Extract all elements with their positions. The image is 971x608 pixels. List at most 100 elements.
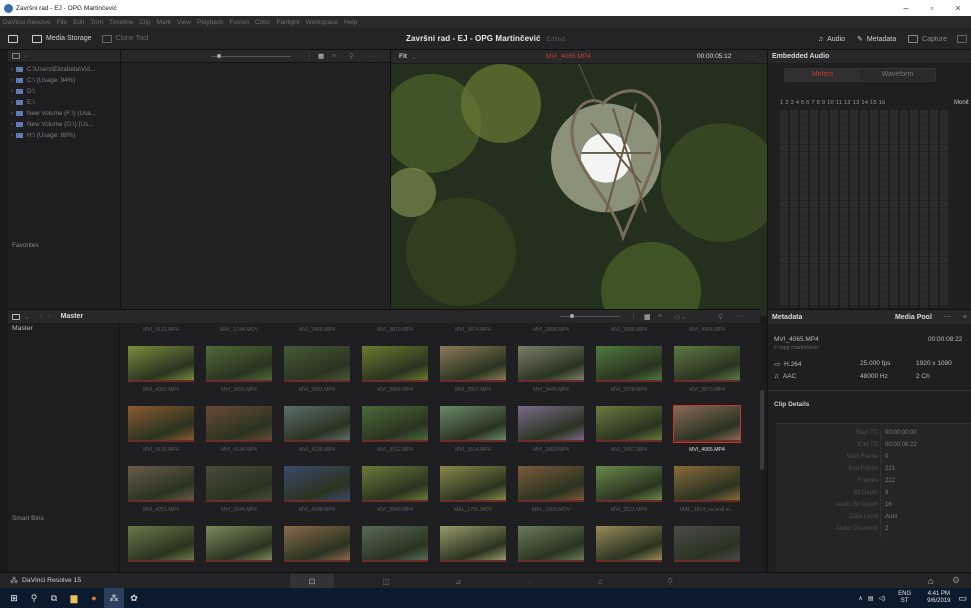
menu-item-edit[interactable]: Edit bbox=[73, 19, 84, 26]
clip-thumbnail[interactable] bbox=[362, 406, 428, 442]
clip-thumbnail[interactable] bbox=[206, 346, 272, 382]
expand-icon[interactable]: › bbox=[8, 67, 16, 73]
viewer-clip-name[interactable]: MVI_4065.MP4 bbox=[546, 53, 591, 60]
expand-icon[interactable]: › bbox=[8, 122, 16, 128]
clip-thumbnail[interactable] bbox=[673, 405, 741, 443]
app-icon[interactable]: ✿ bbox=[124, 588, 144, 608]
menu-icon[interactable]: ≡ bbox=[332, 53, 336, 60]
clip-thumbnail[interactable] bbox=[518, 406, 584, 442]
close-button[interactable]: × bbox=[945, 0, 971, 16]
clip-thumbnail[interactable] bbox=[674, 466, 740, 502]
clip-thumbnail[interactable] bbox=[440, 346, 506, 382]
expand-icon[interactable]: › bbox=[8, 100, 16, 106]
expand-icon[interactable]: › bbox=[8, 133, 16, 139]
grid-view-icon[interactable]: ▦ bbox=[644, 313, 651, 321]
clip-thumbnail[interactable] bbox=[518, 346, 584, 382]
page-fairlight[interactable]: ♫ bbox=[578, 574, 622, 588]
bin-item-master[interactable]: Master bbox=[8, 323, 119, 334]
storage-item[interactable]: › C:\Users\Elizabeta\Vid... bbox=[8, 64, 120, 75]
menu-item-trim[interactable]: Trim bbox=[90, 19, 103, 26]
clip-thumbnail[interactable] bbox=[674, 526, 740, 562]
notifications-icon[interactable]: ▭ bbox=[958, 593, 967, 604]
start-button[interactable]: ⊞ bbox=[4, 588, 24, 608]
storage-item[interactable]: › D:\ bbox=[8, 86, 120, 97]
zoom-slider-knob[interactable] bbox=[217, 54, 221, 58]
clip-thumbnail[interactable] bbox=[284, 466, 350, 502]
page-deliver[interactable]: ⚲ bbox=[648, 574, 692, 588]
tab-meters[interactable]: Meters bbox=[785, 69, 860, 81]
menu-item-clip[interactable]: Clip bbox=[139, 19, 150, 26]
search-icon[interactable]: ⚲ bbox=[24, 588, 44, 608]
storage-item[interactable]: › H:\ (Usage: 88%) bbox=[8, 130, 120, 141]
detail-value[interactable]: 16 bbox=[880, 502, 892, 513]
bin-scrollbar[interactable] bbox=[760, 390, 764, 470]
menu-item-color[interactable]: Color bbox=[255, 19, 271, 26]
panel-menu-icon[interactable]: ≡ bbox=[963, 314, 967, 321]
page-media[interactable]: ⊡ bbox=[290, 574, 334, 588]
menu-item-help[interactable]: Help bbox=[344, 19, 357, 26]
menu-item-file[interactable]: File bbox=[57, 19, 67, 26]
clip-thumbnail[interactable] bbox=[440, 526, 506, 562]
search-icon[interactable]: ⚲ bbox=[349, 52, 354, 60]
list-view-icon[interactable]: ⋮ bbox=[630, 313, 637, 321]
clip-thumbnail[interactable] bbox=[128, 346, 194, 382]
clip-thumbnail[interactable] bbox=[128, 406, 194, 442]
clock[interactable]: 4:41 PM 9/6/2019 bbox=[927, 591, 950, 605]
maximize-button[interactable]: ▫ bbox=[919, 0, 945, 16]
detail-value[interactable]: 221 bbox=[880, 466, 895, 477]
storage-item[interactable]: › New Volume (F:\) (Usa... bbox=[8, 108, 120, 119]
nav-forward-icon[interactable]: › bbox=[48, 313, 50, 320]
options-icon[interactable]: ··· bbox=[736, 313, 743, 320]
storage-item[interactable]: › E:\ bbox=[8, 97, 120, 108]
detail-value[interactable]: 00:00:08:22 bbox=[880, 442, 917, 453]
speaker-icon[interactable]: ◁) bbox=[878, 595, 885, 602]
clip-thumbnail[interactable] bbox=[596, 466, 662, 502]
expand-icon[interactable]: › bbox=[8, 78, 16, 84]
search-icon[interactable]: ⚲ bbox=[718, 313, 723, 321]
metadata-button[interactable]: ✎ Metadata bbox=[851, 28, 902, 50]
menu-item-fusion[interactable]: Fusion bbox=[229, 19, 249, 26]
menu-item-playback[interactable]: Playback bbox=[197, 19, 223, 26]
sidebar-toggle-icon[interactable] bbox=[12, 53, 20, 59]
view-icon[interactable]: ▭⌄ bbox=[674, 313, 686, 321]
storage-item[interactable]: › New Volume (G:\) (Us... bbox=[8, 119, 120, 130]
storage-item[interactable]: › C:\ (Usage: 94%) bbox=[8, 75, 120, 86]
tab-waveform[interactable]: Waveform bbox=[860, 69, 935, 81]
tray-chevron-icon[interactable]: ∧ bbox=[858, 595, 862, 602]
detail-value[interactable]: 8 bbox=[880, 490, 888, 501]
clip-thumbnail[interactable] bbox=[362, 466, 428, 502]
clip-thumbnail[interactable] bbox=[284, 346, 350, 382]
language-indicator[interactable]: ENG ST bbox=[898, 591, 911, 605]
detail-value[interactable]: 2 bbox=[880, 526, 888, 537]
menu-item-workspace[interactable]: Workspace bbox=[306, 19, 338, 26]
capture-button[interactable]: Capture bbox=[902, 28, 953, 50]
detail-value[interactable]: 00:00:00:00 bbox=[880, 430, 917, 441]
home-icon[interactable]: ⌂ bbox=[928, 576, 933, 586]
clip-thumbnail[interactable] bbox=[596, 526, 662, 562]
more-button[interactable] bbox=[953, 28, 971, 50]
clip-thumbnail[interactable] bbox=[440, 466, 506, 502]
clip-thumbnail[interactable] bbox=[206, 466, 272, 502]
clone-tool-button[interactable]: Clone Tool bbox=[97, 28, 154, 50]
clip-thumbnail[interactable] bbox=[518, 526, 584, 562]
viewer-options-icon[interactable]: ··· bbox=[749, 53, 756, 60]
zoom-slider[interactable] bbox=[211, 56, 291, 57]
menu-item-timeline[interactable]: Timeline bbox=[109, 19, 133, 26]
clip-thumbnail[interactable] bbox=[284, 406, 350, 442]
media-pool-label[interactable]: Media Pool bbox=[895, 314, 932, 321]
settings-icon[interactable]: ⚙ bbox=[952, 575, 960, 586]
nav-back-icon[interactable]: ‹ bbox=[24, 53, 26, 60]
bin-zoom-slider[interactable] bbox=[560, 316, 620, 317]
list-view-icon[interactable]: ⋮ bbox=[306, 52, 313, 60]
clip-thumbnail[interactable] bbox=[518, 466, 584, 502]
chevron-down-icon[interactable]: ⌄ bbox=[24, 313, 30, 321]
menu-item-davinci-resolve[interactable]: DaVinci Resolve bbox=[3, 19, 51, 26]
minimize-button[interactable]: – bbox=[893, 0, 919, 16]
network-icon[interactable]: ▤ bbox=[868, 595, 874, 602]
bin-zoom-knob[interactable] bbox=[570, 314, 574, 318]
media-storage-button[interactable]: Media Storage bbox=[27, 28, 97, 50]
expand-icon[interactable]: › bbox=[8, 111, 16, 117]
options-icon[interactable]: ··· bbox=[944, 314, 951, 321]
grid-view-icon[interactable]: ▦ bbox=[318, 52, 324, 60]
menu-item-view[interactable]: View bbox=[177, 19, 191, 26]
